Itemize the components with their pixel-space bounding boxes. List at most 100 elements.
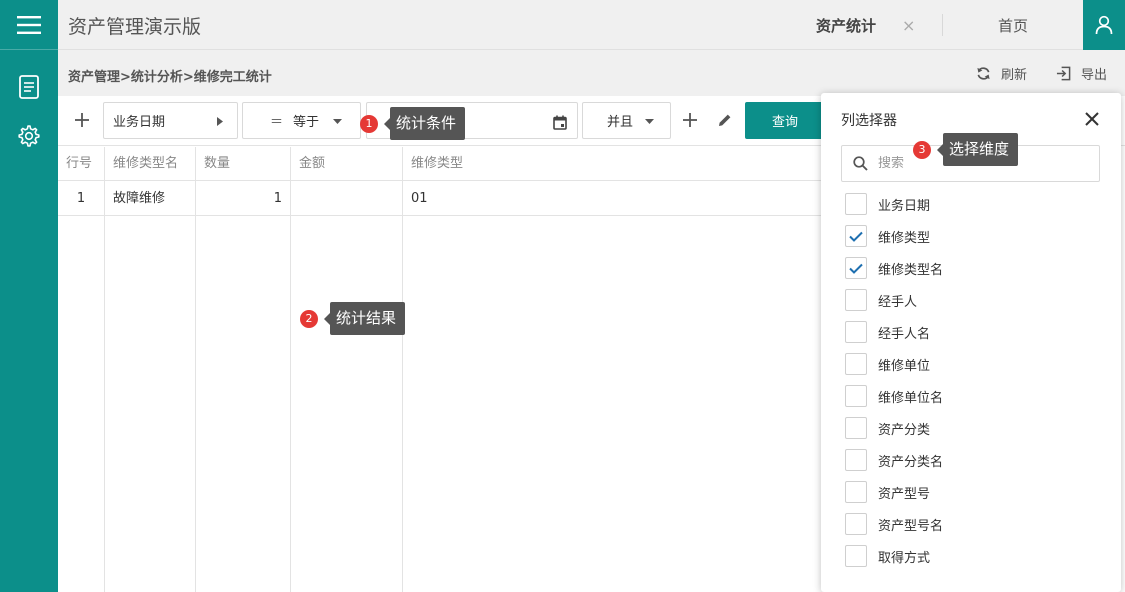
column-header[interactable]: 维修类型 (403, 147, 828, 181)
column-option[interactable]: 资产分类 (845, 416, 930, 440)
column-option-label: 经手人 (878, 294, 918, 310)
caret-down-icon (645, 119, 654, 124)
cell-amount (291, 181, 403, 216)
tooltip-text: 统计结果 (330, 302, 406, 335)
tooltip-text: 选择维度 (943, 133, 1019, 166)
app-title: 资产管理演示版 (68, 16, 202, 38)
column-option[interactable]: 资产型号 (845, 480, 930, 504)
tab-divider (942, 14, 943, 36)
results-table: 行号 维修类型名 数量 金额 维修类型 1 故障维修 1 01 (58, 147, 828, 592)
column-option[interactable]: 维修类型名 (845, 256, 943, 280)
breadcrumb: 资产管理>统计分析>维修完工统计 (68, 70, 272, 85)
column-option-label: 资产分类名 (878, 454, 944, 470)
column-option-label: 资产型号名 (878, 518, 944, 534)
user-icon[interactable] (1083, 0, 1125, 50)
tab-label: 资产统计 (816, 16, 877, 35)
column-option-checkbox[interactable] (845, 257, 867, 279)
tooltip-badge: 3 (913, 140, 931, 159)
calendar-icon[interactable] (553, 115, 567, 130)
tooltip-statistics-results: 2 统计结果 (300, 302, 406, 335)
column-option-checkbox[interactable] (845, 321, 867, 343)
column-option-checkbox[interactable] (845, 449, 867, 471)
column-option-label: 维修类型 (878, 230, 931, 246)
column-option-checkbox[interactable] (845, 545, 867, 567)
column-option-label: 取得方式 (878, 550, 931, 566)
tab-home[interactable]: 首页 (944, 0, 1082, 50)
edit-button[interactable] (713, 108, 737, 132)
column-option-label: 资产型号 (878, 486, 931, 502)
close-icon[interactable] (1081, 108, 1103, 130)
plus-icon (75, 113, 89, 127)
search-icon (853, 156, 868, 171)
column-option-label: 资产分类 (878, 422, 931, 438)
column-option-label: 经手人名 (878, 326, 931, 342)
column-divider (195, 216, 196, 592)
tab-close-icon[interactable]: × (902, 16, 915, 35)
settings-gear-icon[interactable] (0, 118, 58, 154)
column-option-checkbox[interactable] (845, 481, 867, 503)
column-option-label: 业务日期 (878, 198, 931, 214)
column-option-checkbox[interactable] (845, 193, 867, 215)
query-button[interactable]: 查询 (745, 102, 825, 139)
column-divider (104, 216, 105, 592)
cell-type: 01 (403, 181, 828, 216)
column-option-checkbox[interactable] (845, 225, 867, 247)
operator-glyph: ＝ (270, 115, 284, 130)
column-option-checkbox[interactable] (845, 513, 867, 535)
column-option[interactable]: 资产型号名 (845, 512, 943, 536)
cell-qty: 1 (196, 181, 291, 216)
column-option[interactable]: 经手人名 (845, 320, 930, 344)
picker-title: 列选择器 (841, 113, 897, 129)
check-icon (849, 231, 863, 242)
tooltip-badge: 2 (300, 309, 318, 328)
pencil-icon (719, 114, 731, 126)
column-option[interactable]: 维修单位 (845, 352, 930, 376)
column-option-checkbox[interactable] (845, 289, 867, 311)
tooltip-badge: 1 (360, 114, 378, 133)
tooltip-text: 统计条件 (390, 107, 466, 140)
column-option-label: 维修单位名 (878, 390, 944, 406)
column-option[interactable]: 取得方式 (845, 544, 930, 568)
column-option[interactable]: 资产分类名 (845, 448, 943, 472)
refresh-button[interactable]: 刷新 (976, 64, 1027, 83)
tooltip-statistics-conditions: 1 统计条件 (360, 107, 466, 140)
column-option-checkbox[interactable] (845, 385, 867, 407)
column-selector-popover: 列选择器 业务日期维修类型维修类型名经手人经手人名维修单位维修单位名资产分类资产… (821, 93, 1121, 592)
left-rail (0, 0, 58, 592)
export-icon (1056, 66, 1071, 81)
operator-select-value: 等于 (293, 115, 320, 130)
column-option-checkbox[interactable] (845, 417, 867, 439)
plus-icon (683, 113, 697, 127)
column-header[interactable]: 行号 (58, 147, 105, 181)
add-condition-button[interactable] (70, 108, 94, 132)
column-divider (402, 216, 403, 592)
hamburger-menu-icon[interactable] (0, 0, 58, 50)
add-group-button[interactable] (678, 108, 702, 132)
column-option[interactable]: 维修单位名 (845, 384, 943, 408)
column-option[interactable]: 经手人 (845, 288, 917, 312)
refresh-icon (977, 67, 990, 80)
field-select-value: 业务日期 (113, 115, 166, 130)
column-option-label: 维修单位 (878, 358, 931, 374)
column-option[interactable]: 业务日期 (845, 192, 930, 216)
logic-select-value: 并且 (607, 115, 634, 130)
document-icon[interactable] (0, 69, 58, 105)
logic-select[interactable]: 并且 (582, 102, 671, 139)
caret-down-icon (333, 119, 342, 124)
export-button[interactable]: 导出 (1056, 64, 1107, 83)
column-option-checkbox[interactable] (845, 353, 867, 375)
column-header[interactable]: 维修类型名 (105, 147, 196, 181)
export-label: 导出 (1081, 68, 1108, 83)
field-select[interactable]: 业务日期 (103, 102, 238, 139)
column-divider (290, 216, 291, 592)
tooltip-select-dimensions: 3 选择维度 (913, 133, 1019, 166)
tab-asset-statistics[interactable]: 资产统计 × (802, 0, 942, 50)
breadcrumb-bar: 资产管理>统计分析>维修完工统计 刷新 导出 (58, 50, 1125, 96)
column-header[interactable]: 金额 (291, 147, 403, 181)
column-option[interactable]: 维修类型 (845, 224, 930, 248)
refresh-label: 刷新 (1001, 68, 1028, 83)
operator-select[interactable]: ＝ 等于 (242, 102, 361, 139)
column-header[interactable]: 数量 (196, 147, 291, 181)
check-icon (849, 263, 863, 274)
top-header: 资产管理演示版 资产统计 × 首页 (58, 0, 1125, 50)
